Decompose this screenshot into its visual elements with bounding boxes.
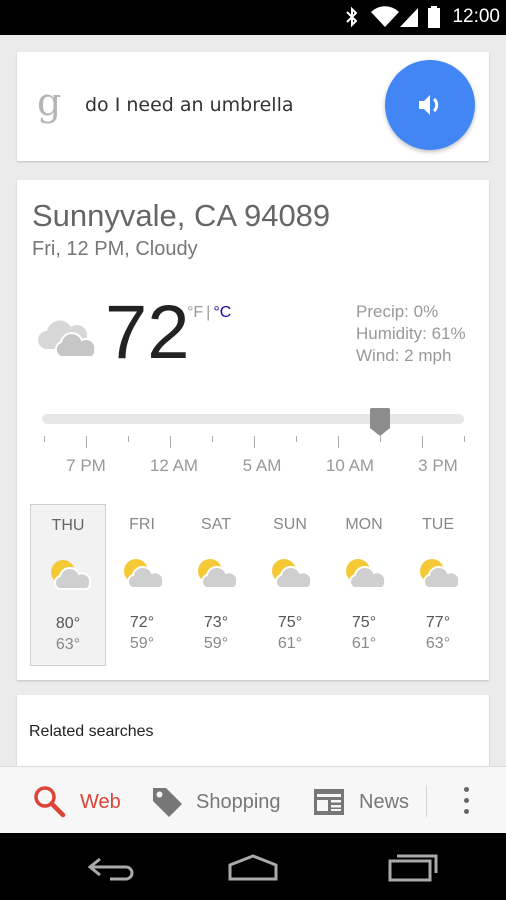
partly-cloudy-icon	[346, 559, 387, 589]
newspaper-icon	[314, 789, 344, 815]
timeline-tick	[338, 436, 339, 448]
forecast-row: THU 80° 63° FRI 72° 59° SAT 73° 59° SUN 75° 61° MON 7…	[30, 504, 476, 666]
timeline-tick	[464, 436, 465, 442]
speaker-button[interactable]	[385, 60, 475, 150]
partly-cloudy-icon	[420, 559, 461, 589]
status-bar: 12:00	[0, 0, 506, 35]
weather-details: Precip: 0% Humidity: 61% Wind: 2 mph	[356, 301, 466, 367]
weather-condition: Fri, 12 PM, Cloudy	[32, 238, 198, 260]
forecast-day[interactable]: SUN 75° 61°	[252, 504, 328, 666]
forecast-low: 59°	[203, 635, 229, 652]
signal-icon	[400, 8, 418, 27]
search-query[interactable]: do I need an umbrella	[85, 94, 294, 116]
forecast-day[interactable]: SAT 73° 59°	[178, 504, 254, 666]
precip-text: Precip: 0%	[356, 302, 439, 321]
timeline-label: 3 PM	[418, 456, 458, 475]
forecast-day-name: FRI	[129, 516, 155, 533]
forecast-high: 77°	[425, 614, 451, 631]
partly-cloudy-icon	[51, 560, 92, 590]
timeline-tick	[44, 436, 45, 442]
speaker-icon	[419, 95, 439, 115]
tab-news-label: News	[359, 791, 410, 813]
cloudy-icon	[38, 320, 97, 358]
related-searches-title: Related searches	[29, 723, 154, 740]
tab-web[interactable]: Web	[30, 767, 130, 834]
clock: 12:00	[452, 6, 500, 27]
forecast-high: 75°	[351, 614, 377, 631]
forecast-low: 63°	[55, 636, 81, 653]
timeline-thumb[interactable]	[368, 408, 392, 438]
weather-location: Sunnyvale, CA 94089	[32, 198, 331, 233]
forecast-day-name: TUE	[422, 516, 454, 533]
search-card: g do I need an umbrella	[17, 52, 489, 161]
forecast-day[interactable]: TUE 77° 63°	[400, 504, 476, 666]
timeline-tick	[254, 436, 255, 448]
google-logo[interactable]: g	[37, 82, 61, 122]
forecast-day[interactable]: FRI 72° 59°	[104, 504, 180, 666]
weather-card: Sunnyvale, CA 94089 Fri, 12 PM, Cloudy 7…	[17, 180, 489, 680]
home-icon[interactable]	[226, 853, 280, 881]
forecast-low: 61°	[277, 635, 303, 652]
forecast-day[interactable]: THU 80° 63°	[30, 504, 106, 666]
forecast-day[interactable]: MON 75° 61°	[326, 504, 402, 666]
tab-web-label: Web	[80, 791, 121, 813]
bluetooth-icon	[346, 6, 358, 28]
timeline-label: 10 AM	[325, 456, 375, 475]
celsius-link[interactable]: °C	[213, 304, 231, 321]
partly-cloudy-icon	[124, 559, 165, 589]
forecast-high: 73°	[203, 614, 229, 631]
timeline-label: 12 AM	[149, 456, 199, 475]
current-temperature: 72	[105, 290, 190, 375]
fahrenheit-unit[interactable]: °F	[187, 304, 203, 321]
tab-divider	[426, 785, 427, 817]
forecast-high: 75°	[277, 614, 303, 631]
timeline-tick	[212, 436, 213, 442]
tab-shopping[interactable]: Shopping	[148, 767, 288, 834]
wind-text: Wind: 2 mph	[356, 346, 452, 365]
tag-icon	[153, 788, 182, 817]
forecast-low: 61°	[351, 635, 377, 652]
timeline-label: 7 PM	[66, 456, 106, 475]
back-icon[interactable]	[86, 853, 138, 881]
unit-separator: |	[206, 304, 211, 321]
recent-apps-icon[interactable]	[386, 851, 440, 883]
search-icon	[34, 786, 66, 818]
forecast-day-name: SAT	[201, 516, 231, 533]
forecast-high: 72°	[129, 614, 155, 631]
forecast-day-name: MON	[345, 516, 383, 533]
timeline-tick	[422, 436, 423, 448]
forecast-low: 63°	[425, 635, 451, 652]
battery-icon	[428, 6, 440, 28]
timeline-track[interactable]	[42, 414, 464, 424]
timeline-label: 5 AM	[242, 456, 282, 475]
bottom-tab-bar: Web Shopping News	[0, 766, 506, 833]
wifi-icon	[371, 6, 399, 27]
overflow-menu-icon[interactable]	[455, 785, 479, 817]
forecast-low: 59°	[129, 635, 155, 652]
partly-cloudy-icon	[198, 559, 239, 589]
timeline-tick	[86, 436, 87, 448]
forecast-day-name: THU	[51, 517, 85, 534]
related-searches-card: Related searches	[17, 695, 489, 770]
humidity-text: Humidity: 61%	[356, 324, 466, 343]
timeline-ticks	[42, 436, 467, 450]
timeline-tick	[296, 436, 297, 442]
forecast-day-name: SUN	[273, 516, 307, 533]
tab-shopping-label: Shopping	[196, 791, 281, 813]
timeline-tick	[380, 436, 381, 442]
unit-toggle: °F | °C	[187, 304, 231, 322]
navigation-bar	[0, 833, 506, 900]
partly-cloudy-icon	[272, 559, 313, 589]
timeline-tick	[170, 436, 171, 448]
tab-news[interactable]: News	[312, 767, 417, 834]
forecast-high: 80°	[55, 615, 81, 632]
timeline-tick	[128, 436, 129, 442]
